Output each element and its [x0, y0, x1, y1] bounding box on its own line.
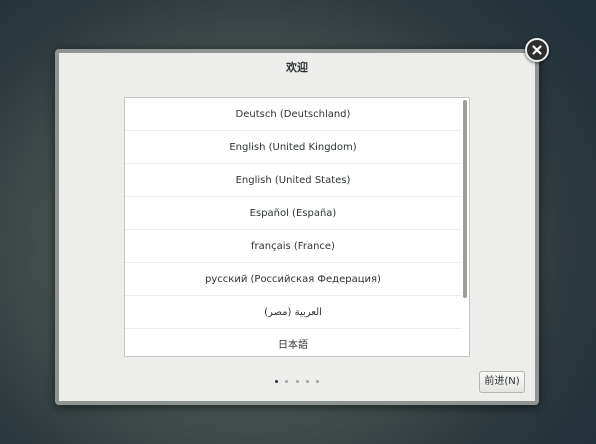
language-item[interactable]: English (United States)	[125, 164, 461, 197]
dialog-title: 欢迎	[286, 61, 308, 74]
close-icon	[532, 45, 542, 55]
page-dot-active	[275, 380, 279, 383]
page-dot	[305, 380, 309, 383]
language-item[interactable]: 日本語	[125, 329, 461, 356]
list-scrollbar[interactable]	[463, 100, 467, 298]
page-indicator	[59, 377, 535, 385]
welcome-dialog: 欢迎 Deutsch (Deutschland) English (United…	[55, 49, 539, 405]
language-item[interactable]: русский (Российская Федерация)	[125, 263, 461, 296]
language-item[interactable]: English (United Kingdom)	[125, 131, 461, 164]
language-item[interactable]: Deutsch (Deutschland)	[125, 98, 461, 131]
language-item[interactable]: Español (España)	[125, 197, 461, 230]
page-dot	[315, 380, 319, 383]
language-item[interactable]: العربية (مصر)	[125, 296, 461, 329]
next-button[interactable]: 前进(N)	[479, 371, 525, 393]
close-button[interactable]	[525, 38, 549, 62]
page-dot	[295, 380, 299, 383]
language-item[interactable]: français (France)	[125, 230, 461, 263]
page-dot	[285, 380, 289, 383]
language-list[interactable]: Deutsch (Deutschland) English (United Ki…	[124, 97, 470, 357]
